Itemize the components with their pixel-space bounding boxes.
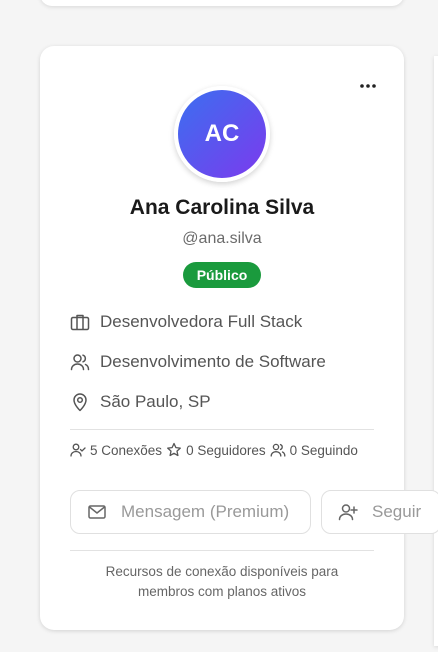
connection-note-line: Recursos de conexão disponíveis para xyxy=(105,564,339,579)
job-title: Desenvolvedora Full Stack xyxy=(100,312,303,331)
connections-count: 5 Conexões xyxy=(90,442,163,458)
briefcase-icon xyxy=(70,312,90,332)
profile-username: @ana.silva xyxy=(182,230,262,247)
star-icon xyxy=(167,442,182,457)
visibility-label: Público xyxy=(196,267,248,283)
message-button[interactable]: Mensagem (Premium) xyxy=(70,490,311,534)
user-check-icon xyxy=(70,443,86,457)
more-options-button[interactable] xyxy=(358,76,378,96)
mail-icon xyxy=(88,505,106,519)
adjacent-card xyxy=(434,56,438,646)
visibility-badge: Público xyxy=(183,262,261,288)
following-stat[interactable]: 0 Seguindo xyxy=(270,442,358,458)
followers-count: 0 Seguidores xyxy=(186,442,266,458)
avatar: AC xyxy=(174,86,270,182)
profile-stats: 5 Conexões 0 Seguidores 0 Seguindo xyxy=(70,440,390,460)
location-row: São Paulo, SP xyxy=(70,390,211,414)
previous-card xyxy=(40,0,404,6)
location: São Paulo, SP xyxy=(100,392,211,411)
avatar-initials: AC xyxy=(204,120,240,147)
map-pin-icon xyxy=(70,392,90,412)
follow-button-label: Seguir xyxy=(372,502,422,521)
more-horizontal-icon xyxy=(360,84,376,88)
connections-stat[interactable]: 5 Conexões xyxy=(70,442,162,458)
profile-name: Ana Carolina Silva xyxy=(129,196,315,219)
divider xyxy=(70,429,374,430)
department-row: Desenvolvimento de Software xyxy=(70,350,326,374)
divider xyxy=(70,550,374,551)
users-icon xyxy=(270,443,286,457)
follow-button[interactable]: Seguir xyxy=(321,490,438,534)
following-count: 0 Seguindo xyxy=(289,442,358,458)
department: Desenvolvimento de Software xyxy=(100,352,326,371)
users-icon xyxy=(70,352,90,372)
connection-note: Recursos de conexão disponíveis para mem… xyxy=(40,562,404,602)
followers-stat[interactable]: 0 Seguidores xyxy=(166,442,266,458)
connection-note-line: membros com planos ativos xyxy=(137,584,307,599)
message-button-label: Mensagem (Premium) xyxy=(121,502,290,521)
profile-card: AC Ana Carolina Silva @ana.silva Público… xyxy=(40,46,438,630)
job-title-row: Desenvolvedora Full Stack xyxy=(70,310,302,334)
user-plus-icon xyxy=(338,504,358,521)
